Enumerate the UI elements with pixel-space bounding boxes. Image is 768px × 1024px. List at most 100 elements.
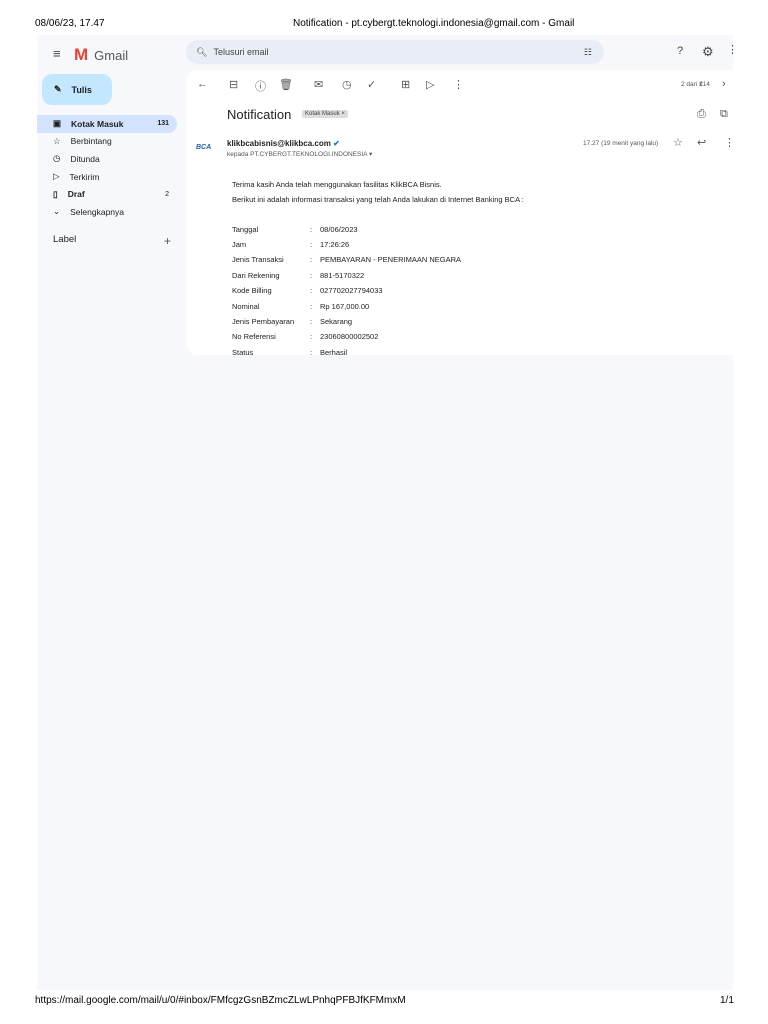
nav-count: 131 xyxy=(157,120,169,128)
more-icon[interactable]: ⋮ xyxy=(453,78,464,91)
field-value: Sekarang xyxy=(320,316,353,326)
verified-icon: ✔ xyxy=(333,139,340,148)
help-icon[interactable]: ? xyxy=(677,46,683,57)
star-icon[interactable]: ☆ xyxy=(673,136,683,149)
nav-label: Terkirim xyxy=(69,171,100,182)
field-label: Nominal xyxy=(232,301,260,311)
app-name: Gmail xyxy=(94,47,129,63)
gmail-m-icon: M xyxy=(74,45,89,64)
colon: : xyxy=(310,255,313,265)
field-label: Kode Billing xyxy=(232,286,272,296)
nav-label: Kotak Masuk xyxy=(71,118,124,129)
colon: : xyxy=(310,286,313,296)
menu-icon[interactable]: ≡ xyxy=(53,47,61,60)
email-time: 17.27 (19 menit yang lalu) xyxy=(583,140,659,147)
reply-icon[interactable]: ↩ xyxy=(697,136,706,149)
inbox-chip[interactable]: Kotak Masuk × xyxy=(302,110,348,118)
field-value: 881-5170322 xyxy=(320,270,365,280)
move-to-icon[interactable]: ⊞ xyxy=(401,78,410,91)
sidebar-item-sent[interactable]: ▷ Terkirim xyxy=(37,168,177,186)
sidebar-item-starred[interactable]: ☆ Berbintang xyxy=(37,133,177,151)
star-icon: ☆ xyxy=(53,135,61,146)
clock-icon: ◷ xyxy=(53,153,61,164)
sidebar-item-more[interactable]: ⌄ Selengkapnya xyxy=(37,203,177,221)
print-icon[interactable]: ⎙ xyxy=(697,108,706,121)
nav-label: Draf xyxy=(67,189,85,200)
gmail-logo[interactable]: M Gmail xyxy=(74,45,128,65)
field-label: No Referensi xyxy=(232,332,276,342)
field-label: Jenis Transaksi xyxy=(232,255,284,265)
gmail-app: ≡ M Gmail 🔍︎ Telusuri email ☷ ? ⚙ ⋮ ✎ Tulis … xyxy=(37,35,738,990)
field-value: 23060800002502 xyxy=(320,332,379,342)
colon: : xyxy=(310,301,313,311)
next-icon[interactable]: › xyxy=(722,78,726,90)
intro-line-1: Terima kasih Anda telah menggunakan fasi… xyxy=(232,180,442,189)
table-row: Status: Berhasil xyxy=(232,345,461,360)
label-icon[interactable]: ▷ xyxy=(426,78,434,91)
field-label: Jenis Pembayaran xyxy=(232,316,295,326)
colon: : xyxy=(310,224,313,234)
search-placeholder: Telusuri email xyxy=(213,47,269,57)
search-input[interactable]: 🔍︎ Telusuri email ☷ xyxy=(186,40,604,64)
email-panel: ← ⊟ ⓘ 🗑︎ ✉ ◷ ✓ ⊞ ▷ ⋮ 2 dari 214 ‹ › Noti… xyxy=(187,70,735,357)
inbox-icon: ▣ xyxy=(53,118,62,129)
recipient-text: kepada PT.CYBERGT.TEKNOLOGI.INDONESIA xyxy=(227,151,368,158)
prev-icon[interactable]: ‹ xyxy=(699,78,703,90)
colon: : xyxy=(310,347,313,357)
nav-label: Berbintang xyxy=(70,136,112,147)
mark-unread-icon[interactable]: ✉ xyxy=(314,78,323,91)
labels-section: Label + xyxy=(53,234,171,248)
table-row: No Referensi:23060800002502 xyxy=(232,329,461,344)
nav-count: 2 xyxy=(165,190,169,198)
colon: : xyxy=(310,240,313,250)
field-label: Jam xyxy=(232,240,247,250)
labels-title: Label xyxy=(53,234,77,245)
table-row: Dari Rekening:881-5170322 xyxy=(232,268,461,283)
print-datetime: 08/06/23, 17.47 xyxy=(35,18,105,29)
snooze-icon[interactable]: ◷ xyxy=(342,78,352,91)
table-row: Kode Billing:027702027794033 xyxy=(232,283,461,298)
archive-icon[interactable]: ⊟ xyxy=(229,78,238,91)
sender-email: klikbcabisnis@klikbca.com xyxy=(227,139,331,148)
search-icon: 🔍︎ xyxy=(196,46,208,57)
field-value: 08/06/2023 xyxy=(320,224,358,234)
nav-label: Selengkapnya xyxy=(70,206,125,217)
gear-icon[interactable]: ⚙ xyxy=(702,45,714,58)
colon: : xyxy=(310,316,313,326)
nav-label: Ditunda xyxy=(70,153,100,164)
apps-icon[interactable]: ⋮ xyxy=(727,45,738,56)
table-row: Nominal: Rp 167,000.00 xyxy=(232,299,461,314)
field-label: Status xyxy=(232,347,254,357)
sidebar-item-snoozed[interactable]: ◷ Ditunda xyxy=(37,150,177,168)
sender: klikbcabisnis@klikbca.com ✔ xyxy=(227,139,340,148)
pagination: 2 dari 214 xyxy=(681,81,710,88)
back-icon[interactable]: ← xyxy=(197,78,208,90)
field-value: 17:26:26 xyxy=(320,240,350,250)
open-new-window-icon[interactable]: ⧉ xyxy=(720,108,728,121)
field-value: Rp 167,000.00 xyxy=(320,301,370,311)
sidebar-item-drafts[interactable]: ▯ Draf 2 xyxy=(37,185,177,203)
print-page: 1/1 xyxy=(720,995,734,1006)
chevron-down-icon: ⌄ xyxy=(53,206,61,217)
field-value: 027702027794033 xyxy=(320,286,383,296)
more-icon[interactable]: ⋮ xyxy=(724,136,735,149)
field-label: Tanggal xyxy=(232,224,259,234)
delete-icon[interactable]: 🗑︎ xyxy=(279,78,293,91)
bca-logo: BCA xyxy=(196,144,212,151)
report-spam-icon[interactable]: ⓘ xyxy=(255,78,266,94)
compose-label: Tulis xyxy=(71,84,92,95)
add-label-icon[interactable]: + xyxy=(164,234,171,248)
add-task-icon[interactable]: ✓ xyxy=(367,78,376,91)
print-title: Notification - pt.cybergt.teknologi.indo… xyxy=(293,18,575,29)
draft-icon: ▯ xyxy=(53,188,58,199)
pencil-icon: ✎ xyxy=(54,84,62,94)
send-icon: ▷ xyxy=(53,171,60,182)
recipient[interactable]: kepada PT.CYBERGT.TEKNOLOGI.INDONESIA ▾ xyxy=(227,150,372,158)
filter-icon[interactable]: ☷ xyxy=(584,47,592,58)
transaction-table: Tanggal:08/06/2023 Jam:17:26:26 Jenis Tran… xyxy=(232,222,461,361)
compose-button[interactable]: ✎ Tulis xyxy=(42,74,112,105)
table-row: Jenis Transaksi: PEMBAYARAN - PENERIMAAN … xyxy=(232,252,461,267)
colon: : xyxy=(310,270,313,280)
sidebar-item-inbox[interactable]: ▣ Kotak Masuk 131 xyxy=(37,115,177,133)
table-row: Jenis Pembayaran: Sekarang xyxy=(232,314,461,329)
